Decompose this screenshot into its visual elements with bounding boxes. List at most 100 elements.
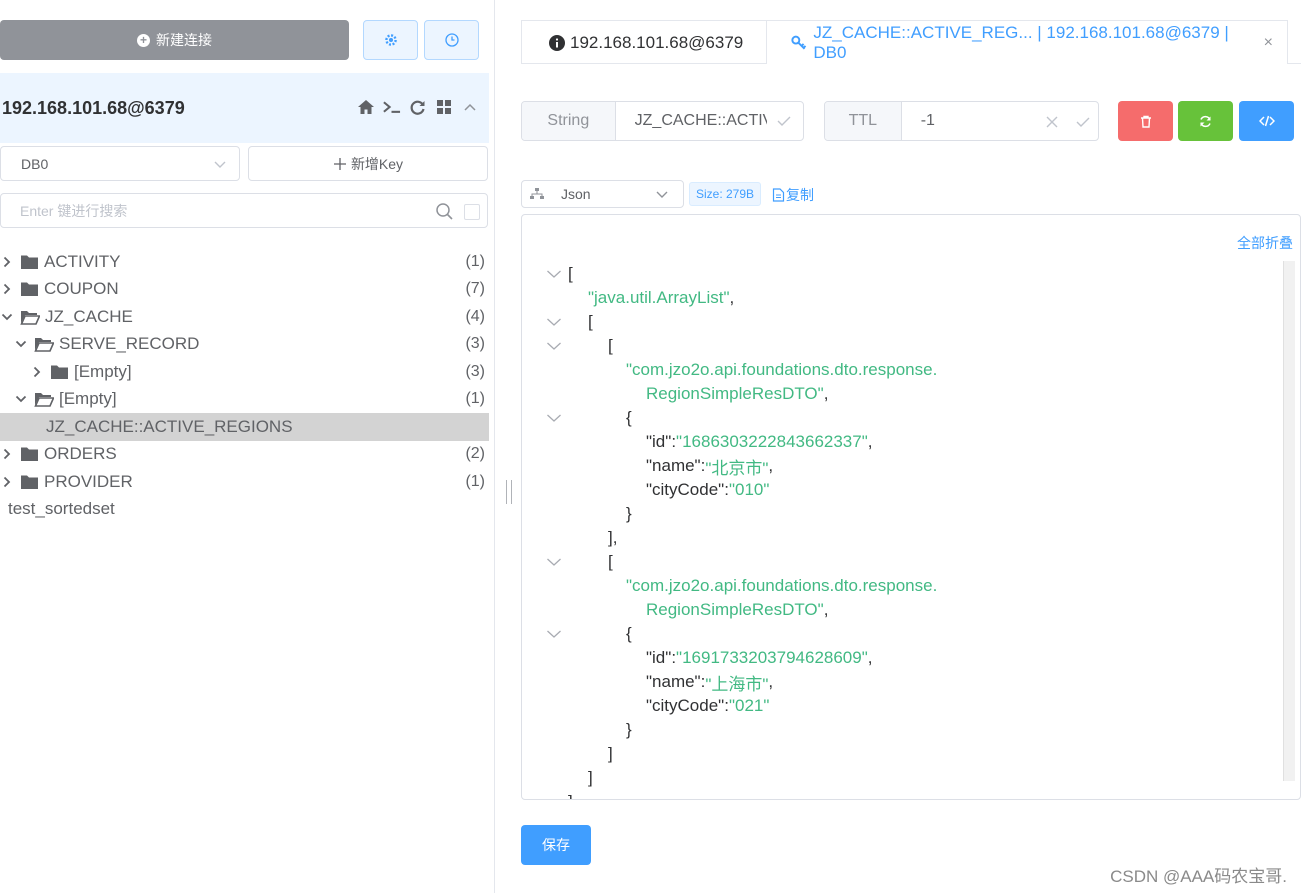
terminal-icon[interactable] (382, 97, 401, 117)
json-string: "1691733203794628609" (676, 648, 868, 667)
chevron-right-icon[interactable] (0, 448, 14, 460)
chevron-right-icon[interactable] (30, 366, 44, 378)
folder-icon (20, 281, 39, 297)
fold-toggle-icon[interactable] (546, 550, 562, 574)
exact-search-checkbox[interactable] (464, 204, 480, 220)
save-button[interactable]: 保存 (521, 825, 591, 865)
json-punctuation: , (823, 384, 829, 403)
clear-icon[interactable] (1046, 116, 1058, 128)
folder-icon (50, 364, 69, 380)
tab-divider (521, 63, 766, 64)
collapse-all-button[interactable]: 全部折叠 (1237, 233, 1293, 253)
folder-icon (20, 474, 39, 490)
dump-command-button[interactable] (1239, 101, 1294, 141)
json-line: ] (608, 742, 613, 766)
tree-count: (1) (465, 252, 485, 270)
history-button[interactable] (424, 20, 479, 60)
chevron-right-icon[interactable] (0, 476, 14, 488)
json-punctuation: ] (608, 744, 613, 763)
ttl-input[interactable]: -1 (902, 102, 1098, 140)
search-icon[interactable] (435, 202, 454, 221)
chevron-down-icon[interactable] (0, 312, 14, 322)
json-viewer[interactable]: 全部折叠 ["java.util.ArrayList", [["com.jzo2o… (521, 214, 1301, 800)
refresh-icon[interactable] (408, 97, 427, 117)
watermark-text: CSDN @AAA码农宝哥. (1110, 867, 1287, 886)
grid-icon[interactable] (434, 97, 453, 117)
folder-open-icon (20, 309, 40, 325)
tree-folder-row[interactable]: ACTIVITY (1) (0, 248, 489, 276)
plus-circle-icon: + (137, 33, 150, 47)
tree-label: JZ_CACHE::ACTIVE_REGIONS (46, 416, 293, 436)
chevron-right-icon[interactable] (0, 283, 14, 295)
fold-toggle-icon[interactable] (546, 406, 562, 430)
json-punctuation: ] (568, 792, 573, 799)
tree-folder-row[interactable]: SERVE_RECORD (3) (0, 331, 489, 359)
tab-bar: 192.168.101.68@6379 JZ_CACHE::ACTIVE_REG… (521, 20, 1288, 64)
json-line: { (626, 406, 632, 430)
json-line: "name": "北京市", (646, 454, 773, 478)
fold-toggle-icon[interactable] (546, 334, 562, 358)
chevron-right-icon[interactable] (0, 256, 14, 268)
tree-folder-row[interactable]: COUPON (7) (0, 276, 489, 304)
tree-structure-icon (530, 188, 544, 199)
check-icon[interactable] (1076, 116, 1090, 128)
tree-count: (1) (465, 390, 485, 408)
tab-key-detail[interactable]: JZ_CACHE::ACTIVE_REG... | 192.168.101.68… (767, 21, 1287, 64)
folder-icon (20, 446, 39, 462)
fold-toggle-icon[interactable] (546, 622, 562, 646)
chevron-down-icon[interactable] (14, 394, 28, 404)
close-icon[interactable]: × (1264, 34, 1273, 52)
json-key: "id" (646, 648, 672, 667)
tree-label: ORDERS (44, 444, 117, 464)
tab-divider (1288, 63, 1301, 64)
key-name-input[interactable]: JZ_CACHE::ACTIVE_REGIONS (616, 102, 803, 140)
pane-resize-handle[interactable] (506, 480, 512, 504)
copy-button[interactable]: 复制 (772, 185, 814, 205)
delete-key-button[interactable] (1118, 101, 1173, 141)
tree-folder-row[interactable]: ORDERS (2) (0, 441, 489, 469)
add-key-button[interactable]: 新增Key (248, 146, 488, 181)
new-connection-label: 新建连接 (156, 32, 212, 48)
tree-key-row[interactable]: test_sortedset (0, 496, 489, 524)
json-punctuation: ] (588, 768, 593, 787)
new-connection-button[interactable]: + 新建连接 (0, 20, 349, 60)
tree-folder-row[interactable]: JZ_CACHE (4) (0, 303, 489, 331)
chevron-down-icon (214, 161, 226, 168)
connection-header[interactable]: 192.168.101.68@6379 (0, 73, 489, 143)
check-icon[interactable] (777, 115, 791, 127)
home-icon[interactable] (356, 97, 375, 117)
tree-folder-row[interactable]: PROVIDER (1) (0, 468, 489, 496)
tab-connection-status[interactable]: 192.168.101.68@6379 (522, 21, 767, 64)
settings-button[interactable] (363, 20, 418, 60)
tree-count: (2) (465, 445, 485, 463)
tree-folder-row[interactable]: [Empty] (1) (0, 386, 489, 414)
json-string: "010" (728, 480, 770, 499)
key-type-label: String (522, 102, 616, 140)
vertical-scrollbar[interactable] (1283, 261, 1295, 781)
fold-toggle-icon[interactable] (546, 310, 562, 334)
json-string: "com.jzo2o.api.foundations.dto.response. (626, 576, 938, 595)
format-select[interactable]: Json (521, 180, 684, 208)
json-line: "id": "1686303222843662337", (646, 430, 873, 454)
connection-sidebar: + 新建连接 192.168.101.68@6379 DB0 新增Key Ent… (0, 0, 495, 893)
json-punctuation: [ (588, 312, 593, 331)
plus-icon (333, 157, 346, 170)
refresh-key-button[interactable] (1178, 101, 1233, 141)
chevron-up-icon[interactable] (460, 97, 479, 117)
key-name-group: String JZ_CACHE::ACTIVE_REGIONS (521, 101, 804, 141)
tree-key-row[interactable]: JZ_CACHE::ACTIVE_REGIONS (0, 413, 489, 441)
json-punctuation: { (626, 624, 632, 643)
json-punctuation: { (626, 408, 632, 427)
json-punctuation: , (867, 648, 873, 667)
json-string: "java.util.ArrayList" (588, 288, 730, 307)
tree-count: (1) (465, 472, 485, 490)
json-string: RegionSimpleResDTO" (646, 600, 824, 619)
json-punctuation: } (626, 720, 632, 739)
fold-toggle-icon[interactable] (546, 262, 562, 286)
clock-icon (444, 33, 459, 47)
tree-label: [Empty] (74, 361, 132, 381)
tree-folder-row[interactable]: [Empty] (3) (0, 358, 489, 386)
db-select[interactable]: DB0 (0, 146, 240, 181)
chevron-down-icon[interactable] (14, 339, 28, 349)
key-search-input[interactable] (20, 202, 420, 219)
